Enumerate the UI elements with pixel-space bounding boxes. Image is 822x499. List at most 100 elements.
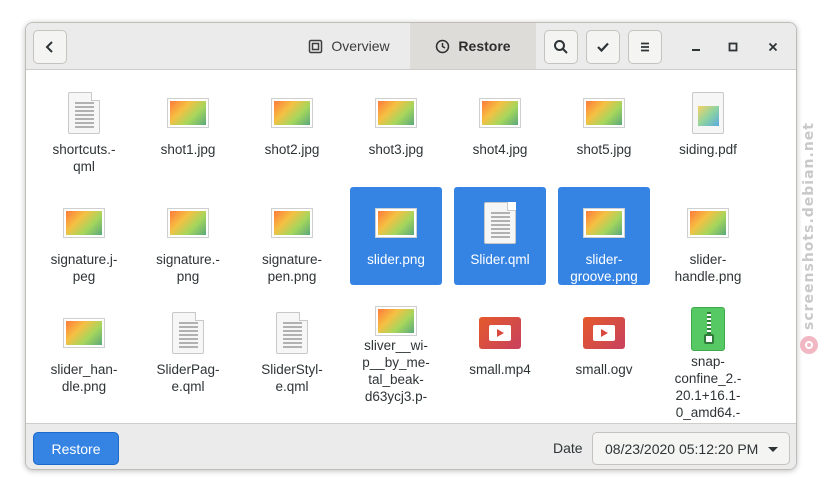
- file-item[interactable]: signature.j- peg: [38, 187, 130, 285]
- file-item[interactable]: shot4.jpg: [454, 77, 546, 175]
- minimize-icon: [692, 49, 700, 51]
- file-item[interactable]: signature.- png: [142, 187, 234, 285]
- date-label: Date: [553, 440, 583, 456]
- checkmark-icon: [597, 42, 609, 53]
- text-document-icon: [276, 312, 308, 354]
- image-thumbnail-icon: [376, 209, 416, 237]
- file-grid[interactable]: shortcuts.- qml shot1.jpg shot2.jpg shot3.j…: [26, 71, 796, 423]
- footer-bar: Restore Date 08/23/2020 05:12:20 PM: [26, 423, 796, 469]
- file-name: small.mp4: [469, 362, 531, 377]
- image-thumbnail-icon: [584, 99, 624, 127]
- tab-overview-label: Overview: [331, 38, 390, 54]
- file-item[interactable]: shot1.jpg: [142, 77, 234, 175]
- file-name: sliver__wi- p__by_me- tal_beak- d63ycj3.…: [362, 338, 430, 404]
- main-menu-button[interactable]: [628, 30, 662, 64]
- image-thumbnail-icon: [64, 209, 104, 237]
- file-item[interactable]: signature- pen.png: [246, 187, 338, 285]
- file-icon-wrapper: [350, 197, 442, 249]
- file-name: small.ogv: [575, 362, 633, 377]
- file-item[interactable]: shot3.jpg: [350, 77, 442, 175]
- file-name: shot3.jpg: [368, 142, 424, 157]
- image-thumbnail-icon: [584, 209, 624, 237]
- file-name: slider- groove.png: [570, 252, 638, 284]
- close-icon: [768, 42, 778, 52]
- overview-icon: [309, 39, 323, 53]
- file-icon-wrapper: [246, 307, 338, 359]
- pdf-document-icon: [692, 92, 724, 134]
- file-item[interactable]: slider.png: [350, 187, 442, 285]
- file-icon-wrapper: [558, 307, 650, 359]
- text-document-icon: [484, 202, 516, 244]
- restore-button[interactable]: Restore: [33, 432, 119, 465]
- file-item[interactable]: Slider.qml: [454, 187, 546, 285]
- file-item[interactable]: SliderStyl- e.qml: [246, 297, 338, 395]
- image-thumbnail-icon: [168, 99, 208, 127]
- file-icon-wrapper: [558, 197, 650, 249]
- file-icon-wrapper: [38, 87, 130, 139]
- file-icon-wrapper: [662, 307, 754, 351]
- file-name: Slider.qml: [470, 252, 530, 267]
- tab-restore-label: Restore: [458, 38, 511, 54]
- file-name: signature.- png: [156, 252, 220, 284]
- file-name: signature- pen.png: [261, 252, 323, 284]
- close-button[interactable]: [763, 37, 783, 57]
- file-item[interactable]: small.ogv: [558, 297, 650, 395]
- file-icon-wrapper: [662, 197, 754, 249]
- file-item[interactable]: shortcuts.- qml: [38, 77, 130, 175]
- file-item[interactable]: slider- groove.png: [558, 187, 650, 285]
- file-icon-wrapper: [350, 87, 442, 139]
- file-icon-wrapper: [558, 87, 650, 139]
- watermark-text: screenshots.debian.net: [801, 122, 817, 330]
- file-icon-wrapper: [142, 87, 234, 139]
- file-icon-wrapper: [454, 87, 546, 139]
- file-icon-wrapper: [454, 197, 546, 249]
- back-button[interactable]: [33, 30, 67, 64]
- file-item[interactable]: shot5.jpg: [558, 77, 650, 175]
- image-thumbnail-icon: [480, 99, 520, 127]
- file-name: signature.j- peg: [50, 252, 118, 284]
- file-icon-wrapper: [38, 197, 130, 249]
- file-icon-wrapper: [246, 87, 338, 139]
- file-icon-wrapper: [246, 197, 338, 249]
- video-file-icon: [479, 317, 521, 349]
- tab-overview[interactable]: Overview: [288, 23, 410, 69]
- image-thumbnail-icon: [272, 99, 312, 127]
- file-icon-wrapper: [142, 307, 234, 359]
- image-thumbnail-icon: [272, 209, 312, 237]
- file-name: slider- handle.png: [674, 252, 742, 284]
- archive-file-icon: [691, 307, 725, 351]
- select-mode-button[interactable]: [586, 30, 620, 64]
- file-name: slider_han- dle.png: [50, 362, 118, 394]
- file-name: slider.png: [367, 252, 425, 267]
- search-button[interactable]: [544, 30, 578, 64]
- text-document-icon: [172, 312, 204, 354]
- tab-restore[interactable]: Restore: [410, 23, 536, 69]
- file-icon-wrapper: [454, 307, 546, 359]
- file-item[interactable]: sliver__wi- p__by_me- tal_beak- d63ycj3.…: [350, 297, 442, 404]
- file-icon-wrapper: [38, 307, 130, 359]
- file-item[interactable]: snap- confine_2.- 20.1+16.1- 0_amd64.-: [662, 297, 754, 420]
- file-item[interactable]: siding.pdf: [662, 77, 754, 175]
- file-name: siding.pdf: [679, 142, 737, 157]
- file-icon-wrapper: [142, 197, 234, 249]
- file-name: shot1.jpg: [160, 142, 216, 157]
- file-icon-wrapper: [662, 87, 754, 139]
- date-dropdown[interactable]: 08/23/2020 05:12:20 PM: [592, 432, 790, 465]
- maximize-button[interactable]: [723, 37, 743, 57]
- minimize-button[interactable]: [686, 37, 706, 57]
- file-name: shot4.jpg: [472, 142, 528, 157]
- file-item[interactable]: shot2.jpg: [246, 77, 338, 175]
- file-item[interactable]: slider_han- dle.png: [38, 297, 130, 395]
- video-file-icon: [583, 317, 625, 349]
- hamburger-menu-icon: [641, 42, 649, 52]
- file-icon-wrapper: [350, 307, 442, 335]
- file-name: snap- confine_2.- 20.1+16.1- 0_amd64.-: [674, 354, 742, 420]
- watermark: screenshots.debian.net: [796, 122, 822, 380]
- image-thumbnail-icon: [688, 209, 728, 237]
- image-thumbnail-icon: [376, 99, 416, 127]
- file-name: SliderStyl- e.qml: [261, 362, 323, 394]
- image-thumbnail-icon: [376, 307, 416, 335]
- file-item[interactable]: SliderPag- e.qml: [142, 297, 234, 395]
- file-item[interactable]: slider- handle.png: [662, 187, 754, 285]
- file-item[interactable]: small.mp4: [454, 297, 546, 395]
